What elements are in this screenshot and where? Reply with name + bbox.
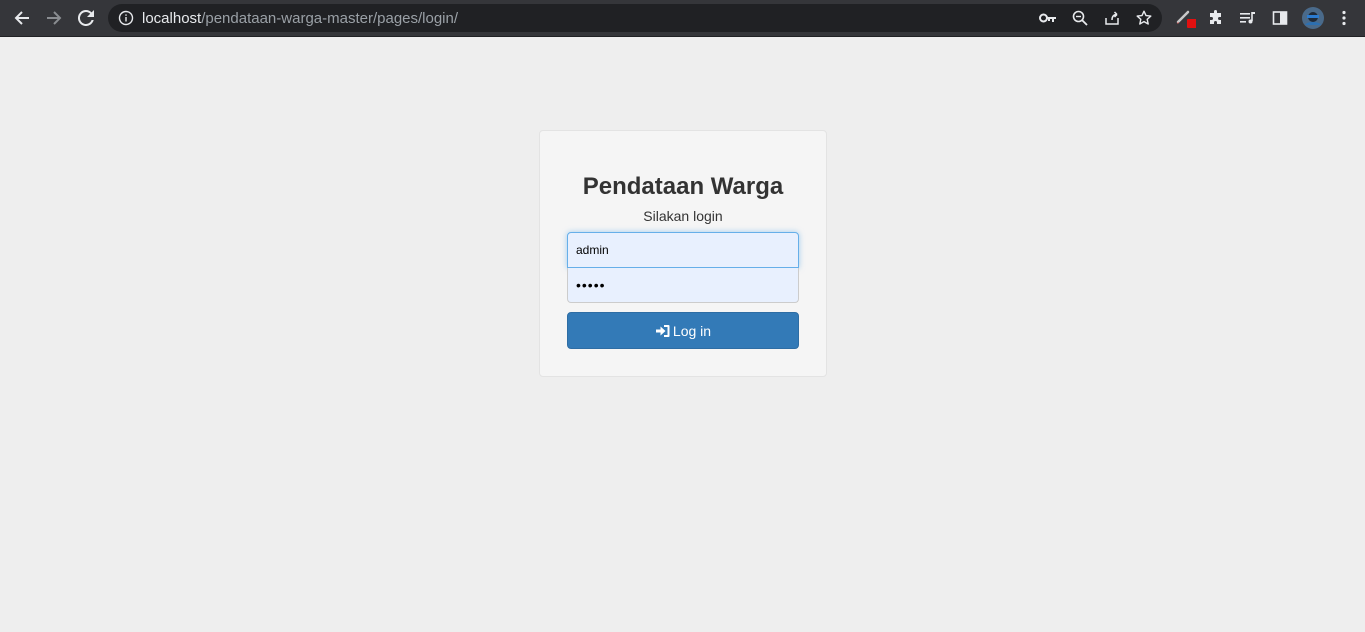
sign-in-icon (655, 324, 670, 338)
zoom-icon[interactable] (1071, 9, 1089, 27)
url-path: /pendataan-warga-master/pages/login/ (201, 10, 459, 27)
star-icon[interactable] (1135, 9, 1153, 27)
extension-pen-icon[interactable] (1172, 6, 1198, 30)
login-panel: Pendataan Warga Silakan login Log in (539, 130, 827, 377)
username-input[interactable] (567, 232, 799, 268)
puzzle-icon[interactable] (1203, 6, 1229, 30)
browser-toolbar: localhost/pendataan-warga-master/pages/l… (0, 0, 1365, 37)
share-icon[interactable] (1103, 9, 1121, 27)
reload-icon[interactable] (73, 6, 99, 30)
profile-avatar[interactable] (1300, 6, 1326, 30)
login-subtitle: Silakan login (643, 208, 723, 224)
password-input[interactable] (567, 268, 799, 303)
login-button[interactable]: Log in (567, 312, 799, 349)
key-icon[interactable] (1039, 9, 1057, 27)
menu-icon[interactable] (1331, 6, 1357, 30)
back-icon[interactable] (9, 6, 35, 30)
side-panel-icon[interactable] (1267, 6, 1293, 30)
info-icon[interactable] (118, 10, 134, 26)
url-text: localhost/pendataan-warga-master/pages/l… (142, 10, 458, 27)
page-title: Pendataan Warga (582, 173, 784, 200)
login-button-label: Log in (672, 322, 712, 339)
media-queue-icon[interactable] (1235, 6, 1261, 30)
address-bar[interactable]: localhost/pendataan-warga-master/pages/l… (108, 4, 1162, 32)
forward-icon[interactable] (41, 6, 67, 30)
url-host: localhost (142, 10, 202, 27)
